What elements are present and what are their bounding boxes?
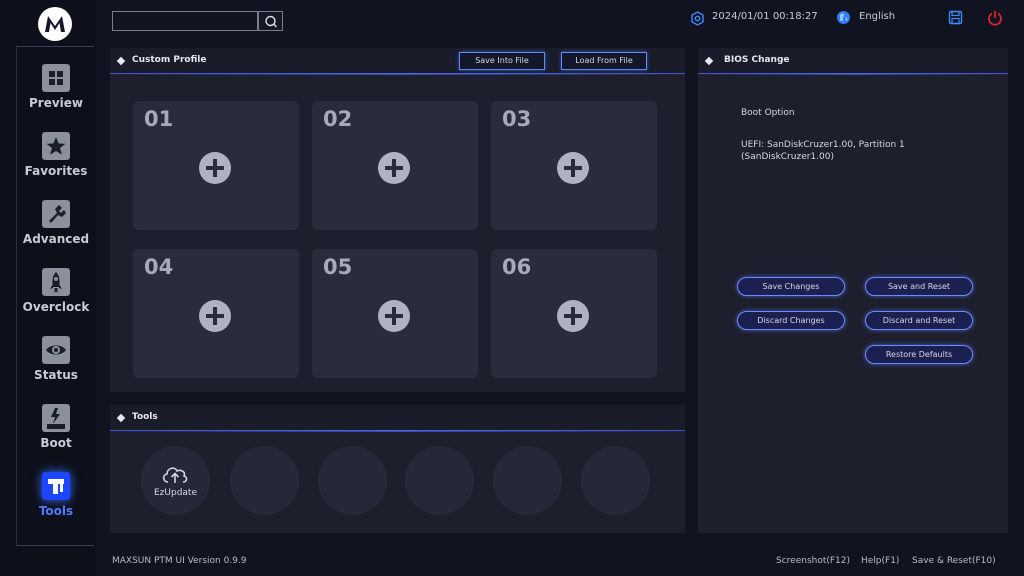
save-changes-button[interactable]: Save Changes [737,277,845,296]
sidebar-item-tools[interactable]: Tools [18,472,94,530]
discard-changes-button[interactable]: Discard Changes [737,311,845,330]
sidebar-item-label: Boot [40,436,72,450]
sidebar-item-boot[interactable]: Boot [18,404,94,462]
ssd-icon [42,404,70,432]
panel-title: Custom Profile [132,55,207,65]
add-icon [199,300,231,332]
boot-option-value: UEFI: SanDiskCruzer1.00, Partition 1 [741,140,905,150]
profile-slot-number: 06 [502,255,532,279]
star-icon [42,132,70,160]
add-icon [557,300,589,332]
language-selector[interactable]: English [859,11,895,22]
tool-slot-empty[interactable] [230,446,299,515]
add-icon [557,152,589,184]
discard-and-reset-button[interactable]: Discard and Reset [865,311,973,330]
wrench-icon [42,200,70,228]
bios-change-panel: BIOS Change Boot Option UEFI: SanDiskCru… [698,48,1008,533]
sidebar-item-label: Overclock [22,300,90,314]
sidebar-item-preview[interactable]: Preview [18,64,94,122]
boot-option-value-detail: (SanDiskCruzer1.00) [741,152,834,162]
help-shortcut[interactable]: Help(F1) [861,556,899,566]
save-icon[interactable] [948,10,963,25]
tool-slot-empty[interactable] [581,446,650,515]
sidebar-item-favorites[interactable]: Favorites [18,132,94,190]
profile-slot-number: 02 [323,107,353,131]
sidebar-divider [16,46,94,546]
panel-title: Tools [132,412,158,422]
diamond-icon [116,413,126,423]
panel-title: BIOS Change [724,55,790,65]
add-icon [199,152,231,184]
profile-slot-02[interactable]: 02 [312,101,478,230]
profile-slot-number: 05 [323,255,353,279]
maxsun-logo [38,7,72,41]
version-info: MAXSUN PTM UI Version 0.9.9 [112,556,247,566]
sidebar-item-status[interactable]: Status [18,336,94,394]
tool-slot-empty[interactable] [405,446,474,515]
profile-slot-number: 01 [144,107,174,131]
system-datetime: 2024/01/01 00:18:27 [712,11,818,22]
sidebar-item-label: Favorites [24,164,88,178]
power-icon[interactable] [987,10,1003,26]
profile-slot-04[interactable]: 04 [133,249,299,378]
sidebar-item-advanced[interactable]: Advanced [18,200,94,258]
profile-slot-03[interactable]: 03 [491,101,657,230]
diamond-icon [704,56,714,66]
tool-slot-empty[interactable] [318,446,387,515]
sidebar: Preview Favorites Advanced Overclock Sta… [0,0,96,576]
settings-hex-icon [691,11,704,26]
screenshot-shortcut[interactable]: Screenshot(F12) [776,556,850,566]
cloud-upload-icon [162,467,188,483]
globe-icon[interactable] [836,10,851,25]
panel-header: BIOS Change [698,48,1008,75]
custom-profile-panel: Custom Profile Save Into File Load From … [110,48,685,392]
save-into-file-button[interactable]: Save Into File [459,52,545,70]
profile-slot-number: 04 [144,255,174,279]
profile-slot-05[interactable]: 05 [312,249,478,378]
boot-option-label: Boot Option [741,108,795,118]
search-icon [265,15,277,28]
add-icon [378,300,410,332]
tool-label: EzUpdate [153,488,197,498]
search-button[interactable] [258,11,283,31]
sidebar-item-overclock[interactable]: Overclock [18,268,94,326]
load-from-file-button[interactable]: Load From File [561,52,647,70]
tools-icon [42,472,70,500]
sidebar-divider [16,545,94,546]
profile-slot-06[interactable]: 06 [491,249,657,378]
search-input[interactable] [112,11,258,31]
panel-header: Tools [110,405,685,432]
sidebar-item-label: Status [34,368,78,382]
diamond-icon [116,56,126,66]
rocket-icon [42,268,70,296]
restore-defaults-button[interactable]: Restore Defaults [865,345,973,364]
profile-slot-number: 03 [502,107,532,131]
add-icon [378,152,410,184]
tool-ezupdate[interactable]: EzUpdate [141,446,210,515]
profile-slot-01[interactable]: 01 [133,101,299,230]
sidebar-item-label: Advanced [22,232,90,246]
tool-slot-empty[interactable] [493,446,562,515]
eye-icon [42,336,70,364]
save-and-reset-button[interactable]: Save and Reset [865,277,973,296]
save-reset-shortcut[interactable]: Save & Reset(F10) [912,556,996,566]
sidebar-item-label: Preview [28,96,83,110]
sidebar-item-label: Tools [38,504,74,518]
grid-icon [42,64,70,92]
